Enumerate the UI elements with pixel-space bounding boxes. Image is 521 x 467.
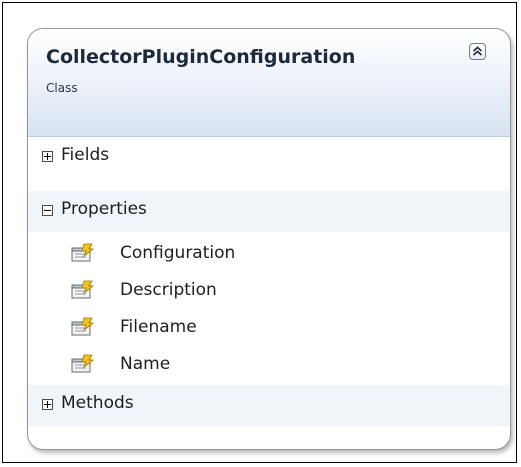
section-fields[interactable]: Fields bbox=[28, 137, 510, 178]
property-icon bbox=[71, 243, 94, 262]
property-icon bbox=[71, 280, 94, 299]
section-label: Fields bbox=[61, 145, 110, 165]
property-icon bbox=[71, 317, 94, 336]
section-methods[interactable]: Methods bbox=[28, 385, 510, 426]
diagram-canvas: CollectorPluginConfiguration Class Field… bbox=[2, 2, 517, 463]
class-name: CollectorPluginConfiguration bbox=[46, 46, 356, 68]
property-label: Description bbox=[120, 280, 217, 300]
collapse-toggle-icon[interactable] bbox=[42, 205, 53, 216]
property-item[interactable]: Filename bbox=[28, 311, 510, 348]
property-label: Configuration bbox=[120, 243, 236, 263]
class-shape[interactable]: CollectorPluginConfiguration Class Field… bbox=[27, 28, 511, 450]
property-item[interactable]: Configuration bbox=[28, 237, 510, 274]
property-label: Filename bbox=[120, 317, 197, 337]
property-item[interactable]: Name bbox=[28, 348, 510, 385]
class-header[interactable]: CollectorPluginConfiguration Class bbox=[28, 29, 510, 137]
section-label: Methods bbox=[61, 393, 134, 413]
property-icon bbox=[71, 354, 94, 373]
double-chevron-up-icon bbox=[472, 46, 483, 56]
class-kind: Class bbox=[46, 81, 78, 95]
collapse-shape-button[interactable] bbox=[469, 43, 486, 60]
property-item[interactable]: Description bbox=[28, 274, 510, 311]
expand-toggle-icon[interactable] bbox=[42, 151, 53, 162]
section-label: Properties bbox=[61, 199, 147, 219]
section-properties[interactable]: Properties bbox=[28, 191, 510, 232]
property-label: Name bbox=[120, 354, 171, 374]
expand-toggle-icon[interactable] bbox=[42, 399, 53, 410]
